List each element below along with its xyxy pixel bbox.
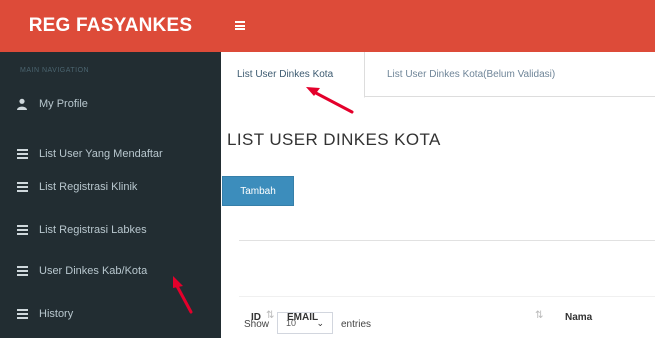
list-icon <box>16 181 28 193</box>
sidebar-item-label: User Dinkes Kab/Kota <box>39 265 148 277</box>
tab-bar: List User Dinkes Kota List User Dinkes K… <box>221 52 655 98</box>
sidebar-item-label: List Registrasi Klinik <box>39 181 138 193</box>
divider <box>239 240 655 241</box>
brand-logo[interactable]: REG FASYANKES <box>0 0 221 52</box>
annotation-arrow-icon <box>306 87 354 114</box>
top-navbar <box>221 0 655 52</box>
list-icon <box>16 265 28 277</box>
annotation-arrow-icon <box>173 276 193 314</box>
sidebar-item-label: List User Yang Mendaftar <box>39 148 163 160</box>
sidebar-item-label: My Profile <box>39 98 88 110</box>
sort-icon[interactable]: ⇅ <box>266 310 274 321</box>
column-header-nama[interactable]: Nama <box>565 312 592 323</box>
column-header-email[interactable]: EMAIL <box>287 312 318 323</box>
list-icon <box>16 148 28 160</box>
sidebar-item-list-registrasi-klinik[interactable]: List Registrasi Klinik <box>0 172 221 202</box>
sidebar-header: MAIN NAVIGATION <box>20 67 90 74</box>
sidebar-item-my-profile[interactable]: My Profile <box>0 89 221 119</box>
sort-icon[interactable]: ⇅ <box>535 310 543 321</box>
add-button[interactable]: Tambah <box>222 176 294 206</box>
sidebar-item-list-registrasi-labkes[interactable]: List Registrasi Labkes <box>0 215 221 245</box>
list-icon <box>16 224 28 236</box>
tab-list-user-dinkes-kota-belum-validasi[interactable]: List User Dinkes Kota(Belum Validasi) <box>387 52 555 97</box>
sidebar-item-label: List Registrasi Labkes <box>39 224 147 236</box>
sidebar-item-list-user-yang-mendaftar[interactable]: List User Yang Mendaftar <box>0 139 221 169</box>
sidebar-item-label: History <box>39 308 74 320</box>
list-icon <box>16 308 28 320</box>
column-header-id[interactable]: ID <box>251 312 261 323</box>
table-header-row: ID ⇅ EMAIL ⇅ Nama <box>239 296 655 338</box>
page-title: LIST USER DINKES KOTA <box>227 130 441 149</box>
user-icon <box>16 98 28 110</box>
menu-toggle-icon[interactable] <box>235 21 245 30</box>
